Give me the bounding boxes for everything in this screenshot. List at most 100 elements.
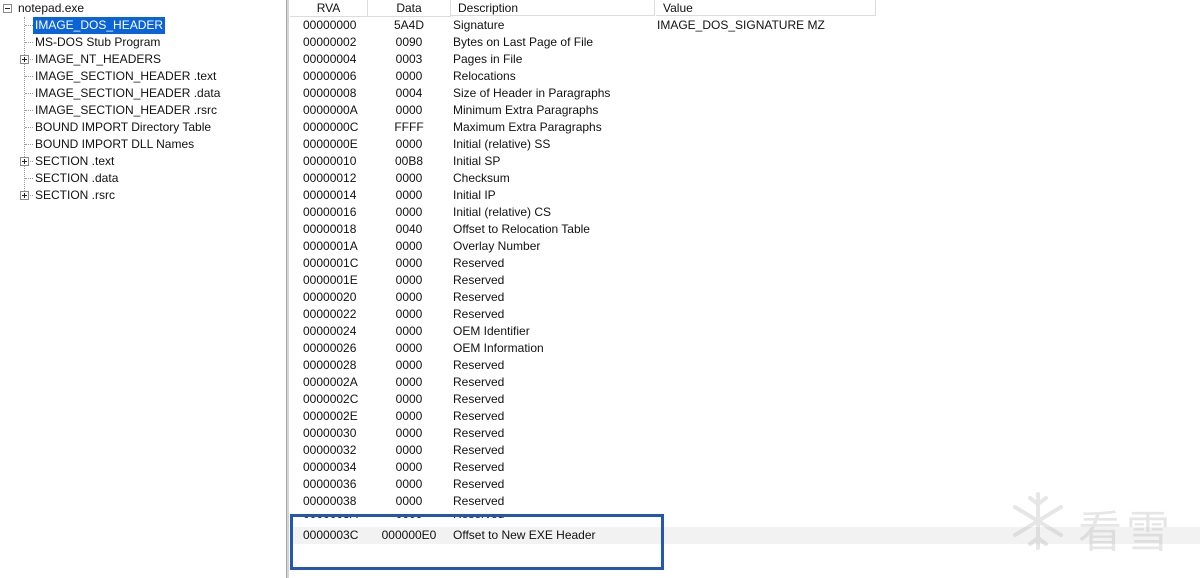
pane-splitter[interactable]	[286, 0, 289, 578]
description-cell: Initial (relative) CS	[453, 205, 552, 219]
table-row[interactable]: 00000020 0000 Reserved	[290, 289, 1200, 306]
table-row[interactable]: 0000000C FFFF Maximum Extra Paragraphs	[290, 119, 1200, 136]
description-cell: Initial IP	[453, 188, 496, 202]
grid-header: RVA Data Description Value	[290, 0, 1200, 17]
value-cell	[657, 255, 957, 272]
table-row[interactable]: 00000032 0000 Reserved	[290, 442, 1200, 459]
description-cell: Reserved	[453, 477, 505, 491]
tree-connector-line	[25, 144, 33, 145]
rva-cell: 00000032	[303, 443, 357, 457]
description-cell: Size of Header in Paragraphs	[453, 86, 611, 100]
rva-cell: 00000016	[303, 205, 357, 219]
table-row[interactable]: 00000002 0090 Bytes on Last Page of File	[290, 34, 1200, 51]
description-cell: Initial SP	[453, 154, 501, 168]
rva-cell: 00000000	[303, 18, 357, 32]
collapse-icon[interactable]	[3, 4, 12, 13]
data-cell: 0000	[395, 188, 423, 202]
table-row[interactable]: 00000000 5A4D Signature IMAGE_DOS_SIGNATURE…	[290, 17, 1200, 34]
table-row[interactable]: 0000001E 0000 Reserved	[290, 272, 1200, 289]
table-row[interactable]: 00000010 00B8 Initial SP	[290, 153, 1200, 170]
rva-cell: 00000028	[303, 358, 357, 372]
tree-view[interactable]: notepad.exe IMAGE_DOS_HEADER MS-DOS Stub …	[0, 0, 286, 578]
description-cell: Maximum Extra Paragraphs	[453, 120, 602, 134]
table-row[interactable]: 0000001C 0000 Reserved	[290, 255, 1200, 272]
value-cell	[657, 425, 957, 442]
column-header-value[interactable]: Value	[656, 0, 876, 16]
rva-cell: 0000002C	[303, 392, 359, 406]
table-row[interactable]: 00000006 0000 Relocations	[290, 68, 1200, 85]
column-header-rva[interactable]: RVA	[290, 0, 368, 17]
description-cell: Reserved	[453, 409, 505, 423]
column-header-data[interactable]: Data	[368, 0, 451, 17]
table-row[interactable]: 00000004 0003 Pages in File	[290, 51, 1200, 68]
data-cell: 0000	[395, 341, 423, 355]
tree-item-label: MS-DOS Stub Program	[35, 35, 161, 49]
value-cell	[657, 306, 957, 323]
value-cell	[657, 340, 957, 357]
tree-item-label: IMAGE_SECTION_HEADER .text	[35, 69, 217, 83]
rva-cell: 00000002	[303, 35, 357, 49]
table-row[interactable]: 00000026 0000 OEM Information	[290, 340, 1200, 357]
data-cell: 0000	[395, 137, 423, 151]
rva-cell: 00000010	[303, 154, 357, 168]
table-row[interactable]: 0000000A 0000 Minimum Extra Paragraphs	[290, 102, 1200, 119]
table-row[interactable]: 0000000E 0000 Initial (relative) SS	[290, 136, 1200, 153]
value-cell	[657, 187, 957, 204]
table-row[interactable]: 00000034 0000 Reserved	[290, 459, 1200, 476]
value-cell	[657, 493, 957, 510]
tree-item-label: BOUND IMPORT Directory Table	[35, 120, 212, 134]
rva-cell: 0000000C	[303, 120, 359, 134]
description-cell: Initial (relative) SS	[453, 137, 551, 151]
expand-icon[interactable]	[20, 55, 29, 64]
table-row[interactable]: 00000016 0000 Initial (relative) CS	[290, 204, 1200, 221]
description-cell: Reserved	[453, 256, 505, 270]
data-cell: 0000	[395, 69, 423, 83]
data-cell: 0040	[395, 222, 423, 236]
expand-icon[interactable]	[20, 157, 29, 166]
table-row[interactable]: 00000008 0004 Size of Header in Paragraphs	[290, 85, 1200, 102]
data-cell: 00B8	[394, 154, 424, 168]
rva-cell: 00000008	[303, 86, 357, 100]
table-row[interactable]: 0000002A 0000 Reserved	[290, 374, 1200, 391]
value-cell	[657, 459, 957, 476]
table-row[interactable]: 00000028 0000 Reserved	[290, 357, 1200, 374]
tree-item-label: SECTION .rsrc	[35, 188, 115, 202]
table-row[interactable]: 00000024 0000 OEM Identifier	[290, 323, 1200, 340]
table-row[interactable]: 00000022 0000 Reserved	[290, 306, 1200, 323]
data-cell: 0004	[395, 86, 423, 100]
column-header-description[interactable]: Description	[451, 0, 655, 16]
description-cell: Signature	[453, 18, 505, 32]
data-cell: 0000	[395, 494, 423, 508]
value-cell	[657, 442, 957, 459]
value-cell: IMAGE_DOS_SIGNATURE MZ	[657, 18, 825, 32]
description-cell: Reserved	[453, 290, 505, 304]
value-cell	[657, 153, 957, 170]
rva-cell: 00000020	[303, 290, 357, 304]
rva-cell: 00000004	[303, 52, 357, 66]
tree-root-label: notepad.exe	[18, 1, 85, 15]
description-cell: OEM Identifier	[453, 324, 530, 338]
value-cell	[657, 408, 957, 425]
expand-icon[interactable]	[20, 191, 29, 200]
table-row[interactable]: 0000002E 0000 Reserved	[290, 408, 1200, 425]
table-row[interactable]: 00000030 0000 Reserved	[290, 425, 1200, 442]
table-row[interactable]: 00000018 0040 Offset to Relocation Table	[290, 221, 1200, 238]
description-cell: Reserved	[453, 443, 505, 457]
value-cell	[657, 204, 957, 221]
tree-item-label: IMAGE_DOS_HEADER	[33, 17, 166, 34]
description-cell: Overlay Number	[453, 239, 541, 253]
data-cell: 0000	[395, 460, 423, 474]
description-cell: Reserved	[453, 375, 505, 389]
value-cell	[657, 85, 957, 102]
description-cell: Bytes on Last Page of File	[453, 35, 594, 49]
data-cell: FFFF	[394, 120, 424, 134]
table-row[interactable]: 0000002C 0000 Reserved	[290, 391, 1200, 408]
table-row[interactable]: 0000001A 0000 Overlay Number	[290, 238, 1200, 255]
table-row[interactable]: 00000014 0000 Initial IP	[290, 187, 1200, 204]
table-row[interactable]: 00000012 0000 Checksum	[290, 170, 1200, 187]
tree-connector-line	[25, 76, 33, 77]
rva-cell: 00000024	[303, 324, 357, 338]
tree-item-label: IMAGE_NT_HEADERS	[35, 52, 162, 66]
description-cell: Pages in File	[453, 52, 523, 66]
highlight-box	[290, 514, 664, 570]
